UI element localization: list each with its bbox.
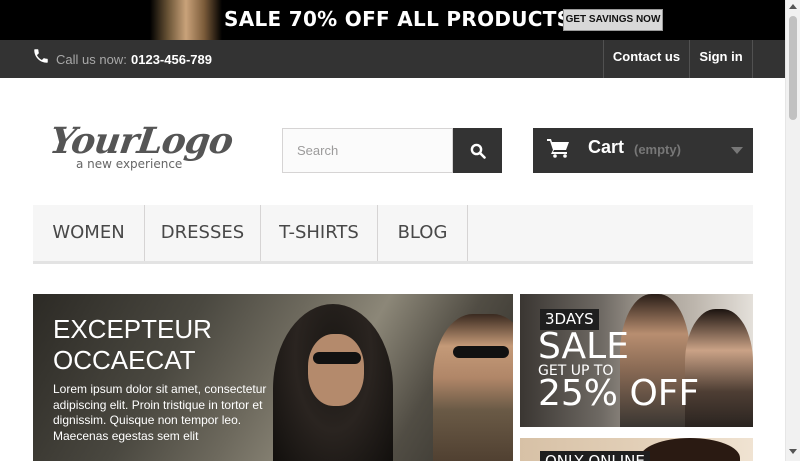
promo-model-image	[150, 0, 222, 40]
banner-online-tag: ONLY ONLINE	[540, 451, 650, 461]
search-input[interactable]	[282, 128, 453, 173]
get-savings-button[interactable]: GET SAVINGS NOW	[563, 9, 663, 31]
online-banner[interactable]: ONLY ONLINE	[520, 438, 753, 461]
phone-icon	[34, 49, 48, 63]
cart-button[interactable]: Cart (empty)	[533, 128, 753, 173]
cart-status: (empty)	[634, 142, 681, 157]
sign-in-link[interactable]: Sign in	[689, 40, 753, 78]
banner-discount: 25% OFF	[538, 373, 700, 414]
page: SALE 70% OFF ALL PRODUCTS GET SAVINGS NO…	[0, 0, 800, 461]
phone-number: 0123-456-789	[131, 52, 212, 67]
main-menu: WOMEN DRESSES T-SHIRTS BLOG	[33, 205, 753, 264]
search-bar	[282, 128, 502, 173]
cart-icon	[547, 139, 569, 158]
slide-description: Lorem ipsum dolor sit amet, consectetur …	[53, 382, 267, 443]
slider-man-sunglasses	[453, 346, 509, 358]
search-icon	[470, 143, 486, 159]
scroll-down-arrow-icon[interactable]	[789, 449, 797, 454]
banner-model-hair	[640, 438, 740, 461]
banner-sale-headline: SALE	[538, 326, 629, 367]
logo-tagline: a new experience	[76, 157, 183, 171]
caret-down-icon	[731, 147, 743, 154]
slider-woman-face	[308, 334, 364, 406]
scroll-thumb[interactable]	[789, 16, 797, 120]
promo-banner[interactable]: SALE 70% OFF ALL PRODUCTS GET SAVINGS NO…	[0, 0, 785, 40]
scroll-up-arrow-icon[interactable]	[789, 4, 797, 9]
contact-us-link[interactable]: Contact us	[603, 40, 689, 78]
page-scrollbar[interactable]	[785, 0, 800, 461]
slide-title: EXCEPTEUR OCCAECAT	[53, 314, 212, 375]
sale-banner[interactable]: 3DAYS SALE GET UP TO 25% OFF	[520, 294, 753, 427]
hero-slider[interactable]: EXCEPTEUR OCCAECAT Lorem ipsum dolor sit…	[33, 294, 513, 461]
promo-text: SALE 70% OFF ALL PRODUCTS	[224, 7, 572, 31]
slider-man-figure	[433, 314, 513, 461]
menu-item-women[interactable]: WOMEN	[33, 205, 145, 261]
logo-text: YourLogo	[47, 120, 236, 162]
menu-item-blog[interactable]: BLOG	[378, 205, 468, 261]
menu-item-t-shirts[interactable]: T-SHIRTS	[261, 205, 378, 261]
call-us-label: Call us now:	[56, 52, 127, 67]
menu-item-dresses[interactable]: DRESSES	[145, 205, 261, 261]
search-button[interactable]	[453, 128, 502, 173]
slider-sunglasses	[313, 352, 361, 364]
top-nav-bar: Call us now: 0123-456-789 Contact us Sig…	[0, 40, 785, 78]
site-logo[interactable]: YourLogo a new experience	[47, 120, 235, 180]
cart-label: Cart	[588, 137, 625, 157]
